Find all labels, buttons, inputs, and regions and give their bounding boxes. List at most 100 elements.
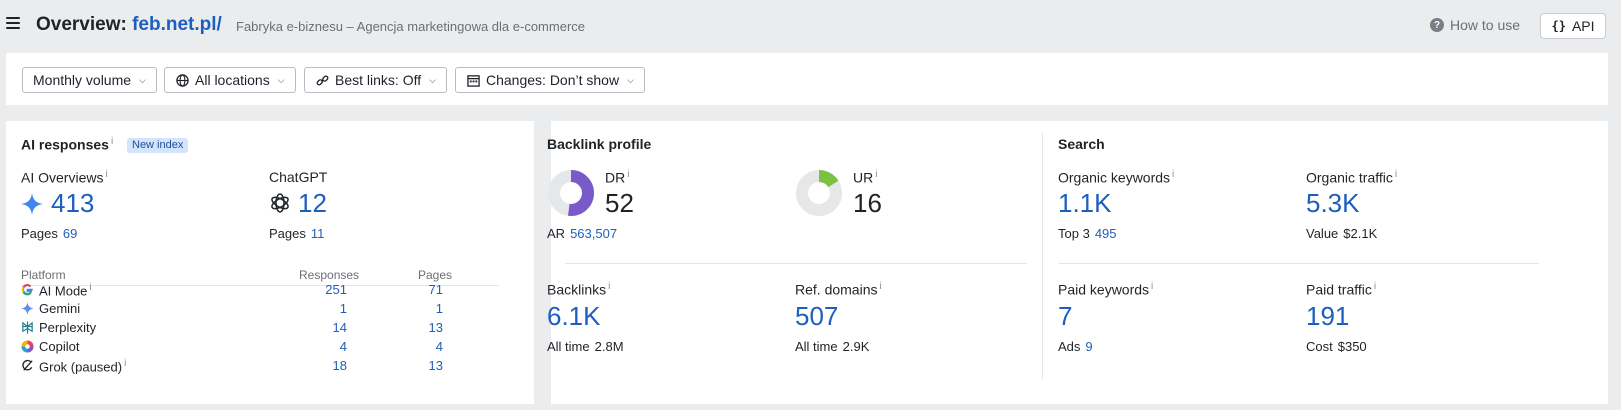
platform-name: Gemini	[39, 301, 81, 316]
ai-responses-title-text: AI responses	[21, 136, 109, 153]
traffic-value-row: Value $2.1K	[1306, 226, 1377, 241]
volume-dropdown[interactable]: Monthly volume ⌵	[22, 67, 157, 93]
responses-link[interactable]: 14	[333, 320, 347, 335]
paid-traffic-value[interactable]: 191	[1306, 301, 1349, 332]
copilot-icon	[21, 340, 34, 353]
braces-icon: {}	[1551, 19, 1566, 33]
chatgpt-label: ChatGPT	[269, 169, 328, 185]
chevron-down-icon: ⌵	[429, 74, 436, 85]
changes-dropdown[interactable]: Changes: Don’t show ⌵	[455, 67, 645, 93]
organic-keywords-value[interactable]: 1.1K	[1058, 188, 1112, 219]
page-subtitle: Fabryka e-biznesu – Agencja marketingowa…	[236, 19, 586, 34]
api-label: API	[1571, 18, 1595, 34]
vertical-divider	[1042, 133, 1043, 379]
backlinks-all-time: All time 2.8M	[547, 339, 624, 354]
ur-label: UR i	[853, 169, 877, 186]
pages-link[interactable]: 1	[436, 301, 443, 316]
organic-traffic-label: Organic traffic i	[1306, 169, 1397, 186]
menu-icon[interactable]	[6, 17, 20, 29]
backlinks-all-time-value: 2.8M	[594, 339, 624, 354]
backlinks-value[interactable]: 6.1K	[547, 301, 601, 332]
platform-column-header: Platform	[21, 268, 66, 282]
google-icon	[21, 284, 33, 296]
ref-domains-label: Ref. domains i	[795, 281, 882, 298]
chatgpt-icon	[271, 193, 289, 213]
ads-link[interactable]: 9	[1085, 339, 1092, 354]
value-label: Value	[1306, 226, 1339, 241]
new-index-badge: New index	[127, 138, 189, 153]
paid-traffic-label-text: Paid traffic	[1306, 281, 1372, 298]
dr-label: DR i	[605, 169, 629, 186]
responses-link[interactable]: 251	[325, 282, 347, 297]
search-title: Search	[1058, 136, 1105, 152]
api-button[interactable]: {} API	[1540, 13, 1606, 39]
platform-name-text: Grok (paused)	[39, 359, 123, 375]
responses-link[interactable]: 4	[340, 339, 347, 354]
platform-name: Perplexity	[39, 320, 97, 335]
top3-link[interactable]: 495	[1095, 226, 1117, 241]
ar-value-link[interactable]: 563,507	[570, 226, 617, 241]
responses-link[interactable]: 18	[333, 358, 347, 373]
info-icon[interactable]: i	[124, 358, 126, 369]
info-icon[interactable]: i	[105, 169, 107, 180]
info-icon[interactable]: i	[111, 136, 113, 147]
info-icon[interactable]: i	[875, 169, 877, 180]
globe-icon	[175, 73, 189, 87]
platform-name: Grok (paused) i	[39, 358, 126, 374]
chevron-down-icon: ⌵	[627, 74, 634, 85]
locations-dropdown[interactable]: All locations ⌵	[164, 67, 296, 93]
ai-overviews-sparkle-icon	[21, 193, 43, 215]
chatgpt-pages: Pages 11	[269, 226, 324, 241]
best-links-dropdown[interactable]: Best links: Off ⌵	[304, 67, 447, 93]
responses-link[interactable]: 1	[340, 301, 347, 316]
ref-domains-all-time: All time 2.9K	[795, 339, 869, 354]
table-row: Grok (paused) i 18 13	[21, 357, 499, 376]
dr-label-text: DR	[605, 169, 626, 186]
table-row: Copilot 4 4	[21, 338, 499, 357]
ai-overviews-pages-link[interactable]: 69	[63, 226, 77, 241]
filter-bar: Monthly volume ⌵ All locations ⌵ Best li…	[6, 53, 1608, 105]
pages-link[interactable]: 4	[436, 339, 443, 354]
info-icon[interactable]: i	[1151, 281, 1153, 292]
how-to-use-link[interactable]: ? How to use	[1430, 17, 1520, 33]
ur-donut	[796, 170, 842, 216]
pages-column-header: Pages	[418, 268, 453, 282]
chatgpt-value[interactable]: 12	[298, 188, 327, 219]
ai-overviews-pages: Pages 69	[21, 226, 77, 241]
pages-label: Pages	[269, 226, 306, 241]
help-icon: ?	[1430, 18, 1444, 32]
title-prefix: Overview:	[36, 14, 127, 35]
backlink-search-panel: Backlink profile DR i 52 AR 563,507 UR i 16…	[547, 121, 1608, 404]
info-icon[interactable]: i	[89, 282, 91, 293]
ref-domains-value[interactable]: 507	[795, 301, 838, 332]
ai-overviews-label: AI Overviews i	[21, 169, 108, 186]
info-icon[interactable]: i	[879, 281, 881, 292]
pages-link[interactable]: 13	[429, 358, 443, 373]
ar-row: AR 563,507	[547, 226, 617, 241]
ar-label: AR	[547, 226, 566, 241]
ads-label: Ads	[1058, 339, 1081, 354]
info-icon[interactable]: i	[608, 281, 610, 292]
organic-traffic-value[interactable]: 5.3K	[1306, 188, 1360, 219]
dr-donut	[548, 170, 594, 216]
paid-keywords-label: Paid keywords i	[1058, 281, 1153, 298]
ai-overviews-value[interactable]: 413	[51, 188, 94, 219]
calendar-icon	[466, 73, 480, 87]
ref-domains-all-time-value: 2.9K	[842, 339, 870, 354]
platform-name: AI Mode i	[39, 282, 92, 298]
link-icon	[315, 73, 329, 87]
pages-link[interactable]: 13	[429, 320, 443, 335]
paid-keywords-value[interactable]: 7	[1058, 301, 1072, 332]
chatgpt-pages-link[interactable]: 11	[311, 226, 325, 241]
info-icon[interactable]: i	[1172, 169, 1174, 180]
paid-keywords-label-text: Paid keywords	[1058, 281, 1150, 298]
platform-name: Copilot	[39, 339, 80, 354]
traffic-value-amount: $2.1K	[1343, 226, 1378, 241]
page-title: Overview: feb.net.pl/	[36, 14, 222, 36]
pages-link[interactable]: 71	[429, 282, 443, 297]
info-icon[interactable]: i	[1374, 281, 1376, 292]
page-header: Overview: feb.net.pl/ Fabryka e-biznesu …	[0, 0, 1621, 52]
info-icon[interactable]: i	[1395, 169, 1397, 180]
target-domain-link[interactable]: feb.net.pl/	[132, 14, 222, 35]
info-icon[interactable]: i	[627, 169, 629, 180]
